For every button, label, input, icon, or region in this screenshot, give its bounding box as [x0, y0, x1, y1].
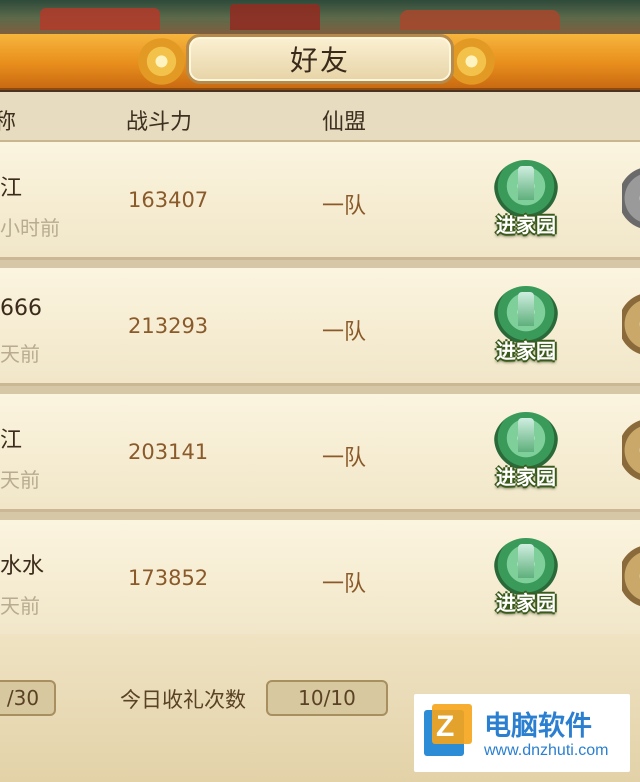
watermark-logo-letter: Z	[436, 710, 455, 743]
alliance-name: 一队	[322, 446, 367, 471]
gift-button[interactable]	[622, 290, 640, 366]
friend-row: 666 天前 213293 一队 进家园	[0, 268, 640, 386]
roof-decoration	[230, 4, 320, 30]
visit-home-label: 进家园	[496, 339, 556, 363]
friend-name: 水水	[0, 554, 45, 579]
column-header-alliance: 仙盟	[322, 110, 367, 135]
friend-row: 水水 天前 173852 一队 进家园	[0, 520, 640, 638]
friend-row: 江 天前 203141 一队 进家园	[0, 394, 640, 512]
column-header-name: 称	[0, 110, 17, 135]
roof-decoration	[400, 10, 560, 30]
visit-home-button[interactable]: 进家园	[486, 538, 566, 622]
friend-row: 江 小时前 163407 一队 进家园	[0, 142, 640, 260]
column-header-power: 战斗力	[126, 110, 193, 135]
combat-power: 213293	[128, 314, 209, 338]
watermark-title: 电脑软件	[484, 711, 592, 742]
visit-home-button[interactable]: 进家园	[486, 286, 566, 370]
combat-power: 203141	[128, 440, 209, 464]
visit-home-label: 进家园	[496, 465, 556, 489]
combat-power: 173852	[128, 566, 209, 590]
gift-button[interactable]	[622, 542, 640, 618]
friend-name: 666	[0, 296, 42, 321]
watermark-url: www.dnzhuti.com	[484, 742, 609, 759]
friend-name: 江	[0, 428, 23, 453]
alliance-name: 一队	[322, 320, 367, 345]
friend-name: 江	[0, 176, 23, 201]
visit-home-label: 进家园	[496, 591, 556, 615]
column-header-row: 称 战斗力 仙盟	[0, 92, 640, 142]
visit-home-button[interactable]: 进家园	[486, 160, 566, 244]
watermark-logo-icon: Z	[424, 704, 472, 760]
last-online: 小时前	[0, 216, 60, 240]
watermark: Z 电脑软件 www.dnzhuti.com	[414, 694, 630, 772]
alliance-name: 一队	[322, 572, 367, 597]
last-online: 天前	[0, 468, 40, 492]
alliance-name: 一队	[322, 194, 367, 219]
visit-home-button[interactable]: 进家园	[486, 412, 566, 496]
gift-button[interactable]	[622, 164, 640, 240]
last-online: 天前	[0, 594, 40, 618]
gift-count-label: 今日收礼次数	[120, 688, 246, 712]
title-plate: 好友	[186, 34, 454, 84]
visit-home-label: 进家园	[496, 213, 556, 237]
combat-power: 163407	[128, 188, 209, 212]
last-online: 天前	[0, 342, 40, 366]
roof-decoration	[40, 8, 160, 30]
page-title: 好友	[289, 44, 350, 77]
friend-list: 江 小时前 163407 一队 进家园 666 天前 213293 一队 进家园…	[0, 142, 640, 638]
gift-button[interactable]	[622, 416, 640, 492]
friend-count-box: /30	[0, 680, 56, 716]
gift-count-box: 10/10	[266, 680, 388, 716]
